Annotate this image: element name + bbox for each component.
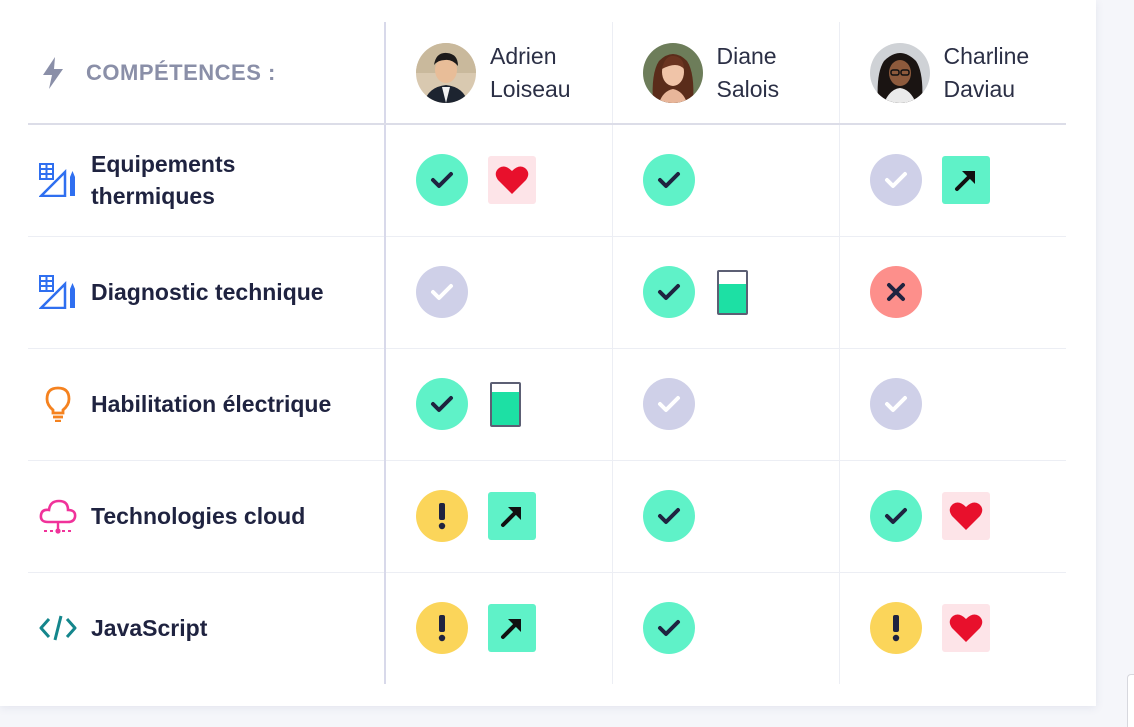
matrix-cell[interactable] — [840, 266, 1067, 318]
skill-label-cell: JavaScript — [28, 608, 384, 648]
matrix-cell[interactable] — [613, 602, 839, 655]
heart-icon[interactable] — [941, 492, 990, 540]
person-last-name: Loiseau — [490, 75, 571, 102]
skills-matrix-card: COMPÉTENCES : Adrien Loiseau Diane Saloi… — [0, 0, 1096, 706]
matrix-cell[interactable] — [840, 602, 1067, 655]
person-last-name: Salois — [716, 75, 780, 102]
validated-check-icon[interactable] — [642, 602, 695, 655]
matrix-cell[interactable] — [386, 490, 612, 542]
matrix-cell[interactable] — [386, 602, 612, 655]
progress-arrow-icon[interactable] — [488, 492, 536, 540]
warning-exclamation-icon[interactable] — [869, 602, 922, 655]
skill-label-line1: Diagnostic technique — [91, 279, 324, 305]
person-first-name: Charline — [943, 42, 1030, 69]
person-last-name: Daviau — [943, 75, 1016, 102]
progress-arrow-icon[interactable] — [488, 604, 536, 653]
warning-exclamation-icon[interactable] — [416, 490, 468, 542]
validated-check-icon[interactable] — [642, 490, 695, 542]
matrix-cell[interactable] — [613, 378, 839, 430]
skill-label-cell: Habilitation électrique — [28, 384, 384, 424]
skill-row-habilitation-electrique: Habilitation électrique — [28, 348, 1067, 461]
person-first-name: Adrien — [490, 42, 557, 69]
validated-check-icon[interactable] — [869, 490, 922, 542]
avatar — [416, 42, 476, 103]
ruler-pencil-icon — [39, 275, 75, 309]
pending-check-icon[interactable] — [416, 266, 468, 318]
person-header-diane[interactable]: Diane Salois — [613, 40, 839, 106]
skill-row-javascript: JavaScript — [28, 572, 1066, 684]
progress-arrow-icon[interactable] — [941, 156, 990, 205]
skill-label-line1: Equipements — [91, 151, 236, 178]
avatar — [642, 42, 703, 103]
matrix-cell[interactable] — [840, 490, 1067, 542]
avatar — [869, 42, 930, 103]
skill-label-line1: Habilitation électrique — [91, 391, 332, 417]
header-row: COMPÉTENCES : Adrien Loiseau Diane Saloi… — [28, 22, 1067, 125]
pending-check-icon[interactable] — [642, 378, 695, 430]
matrix-cell[interactable] — [386, 378, 612, 430]
matrix-cell[interactable] — [840, 378, 1067, 430]
lightning-icon — [43, 56, 63, 89]
skill-row-technologies-cloud: Technologies cloud — [28, 460, 1067, 573]
matrix-cell[interactable] — [613, 490, 839, 542]
competences-label: COMPÉTENCES : — [86, 59, 276, 85]
skill-label-cell: Equipements thermiques — [28, 148, 384, 212]
rejected-cross-icon[interactable] — [869, 266, 922, 318]
validated-check-icon[interactable] — [416, 154, 468, 207]
matrix-cell[interactable] — [613, 154, 839, 207]
skill-label-line2: thermiques — [91, 183, 215, 210]
matrix-cell[interactable] — [840, 154, 1067, 207]
skill-row-equipements-thermiques: Equipements thermiques — [28, 124, 1067, 237]
skill-label-cell: Diagnostic technique — [28, 272, 384, 312]
matrix-cell[interactable] — [386, 154, 612, 207]
pending-check-icon[interactable] — [869, 154, 922, 207]
matrix-cell[interactable] — [386, 266, 612, 318]
person-header-adrien[interactable]: Adrien Loiseau — [386, 40, 612, 106]
warning-exclamation-icon[interactable] — [416, 602, 468, 655]
skill-label-cell: Technologies cloud — [28, 496, 384, 536]
ruler-pencil-icon — [39, 163, 75, 198]
gauge-icon[interactable] — [490, 381, 521, 427]
scrollbar-hint[interactable] — [1127, 674, 1134, 727]
skill-row-diagnostic-technique: Diagnostic technique — [28, 236, 1067, 349]
lightbulb-icon — [45, 386, 71, 422]
code-icon — [39, 615, 77, 641]
skill-label-line1: JavaScript — [91, 615, 208, 642]
cloud-network-icon — [39, 499, 77, 534]
heart-icon[interactable] — [488, 156, 536, 205]
heart-icon[interactable] — [941, 604, 990, 653]
validated-check-icon[interactable] — [642, 154, 695, 207]
person-first-name: Diane — [716, 42, 777, 69]
skill-label-line1: Technologies cloud — [91, 503, 306, 529]
skills-matrix-table: COMPÉTENCES : Adrien Loiseau Diane Saloi… — [28, 22, 1066, 684]
validated-check-icon[interactable] — [642, 266, 695, 318]
pending-check-icon[interactable] — [869, 378, 922, 430]
matrix-cell[interactable] — [613, 266, 839, 318]
gauge-icon[interactable] — [716, 269, 748, 315]
competences-header: COMPÉTENCES : — [28, 56, 384, 90]
validated-check-icon[interactable] — [416, 378, 468, 430]
person-header-charline[interactable]: Charline Daviau — [840, 40, 1067, 106]
